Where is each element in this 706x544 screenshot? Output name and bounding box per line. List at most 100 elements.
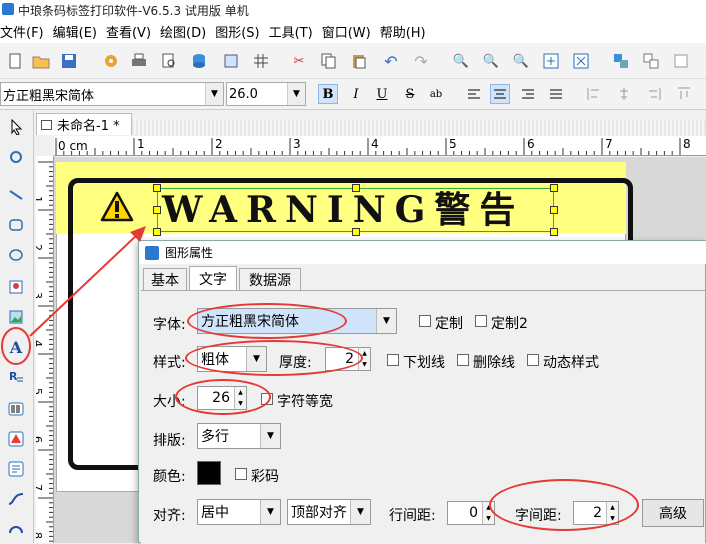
settings-gear-icon[interactable] xyxy=(100,50,122,72)
resize-handle-sw[interactable] xyxy=(153,228,161,236)
warning-triangle-icon[interactable] xyxy=(100,191,134,223)
strikethrough-checkbox[interactable] xyxy=(457,354,469,366)
vertical-ruler: 1 2 3 4 5 6 7 8 xyxy=(36,156,54,543)
document-tab[interactable]: 未命名-1 * xyxy=(36,113,132,135)
menu-help[interactable]: 帮助(H) xyxy=(380,22,435,41)
resize-handle-se[interactable] xyxy=(550,228,558,236)
bold-button[interactable]: B xyxy=(318,84,338,104)
menu-edit[interactable]: 编辑(E) xyxy=(53,22,106,41)
distribute-center-icon[interactable] xyxy=(614,84,634,104)
align-select[interactable]: 居中 ▼ xyxy=(197,499,281,525)
redo-icon[interactable]: ↷ xyxy=(410,50,432,72)
font-name-select[interactable]: 方正粗黑宋简体 ▼ xyxy=(0,82,224,106)
select-pointer-icon[interactable] xyxy=(5,116,27,138)
custom2-checkbox[interactable] xyxy=(475,315,487,327)
vertical-align-select[interactable]: 顶部对齐 ▼ xyxy=(287,499,371,525)
tab-data-source[interactable]: 数据源 xyxy=(239,268,301,290)
resize-handle-nw[interactable] xyxy=(153,184,161,192)
group-icon[interactable] xyxy=(610,50,632,72)
char-spacing-button[interactable]: ab xyxy=(426,84,446,104)
distribute-left-icon[interactable] xyxy=(584,84,604,104)
underline-label: 下划线 xyxy=(403,355,445,371)
line-tool-icon[interactable] xyxy=(5,184,27,206)
underline-checkbox[interactable] xyxy=(387,354,399,366)
arc-tool-icon[interactable] xyxy=(5,516,27,538)
rectangle-tool-icon[interactable] xyxy=(5,214,27,236)
resize-handle-n[interactable] xyxy=(352,184,360,192)
tab-basic[interactable]: 基本 xyxy=(143,268,187,290)
zoom-fit-icon[interactable]: 🔍 xyxy=(510,50,532,72)
stepper-down-icon[interactable]: ▼ xyxy=(482,513,494,524)
rotate-tool-icon[interactable] xyxy=(5,146,27,168)
image-tool-icon[interactable] xyxy=(5,276,27,298)
layers-icon[interactable] xyxy=(220,50,242,72)
char-spacing-highlight-oval xyxy=(489,479,639,531)
advanced-button[interactable]: 高级 xyxy=(642,499,704,527)
ungroup-icon[interactable] xyxy=(640,50,662,72)
curve-tool-icon[interactable] xyxy=(5,488,27,510)
color-code-checkbox[interactable] xyxy=(235,468,247,480)
open-folder-icon[interactable] xyxy=(30,50,52,72)
align-right-icon[interactable] xyxy=(518,84,538,104)
chevron-down-icon[interactable]: ▼ xyxy=(376,309,396,333)
font-size-select[interactable]: 26.0 ▼ xyxy=(226,82,306,106)
chevron-down-icon[interactable]: ▼ xyxy=(287,83,305,105)
barcode-tool-icon[interactable] xyxy=(5,398,27,420)
ruler-label: 4 xyxy=(371,137,379,151)
italic-button[interactable]: I xyxy=(346,84,366,104)
tab-text[interactable]: 文字 xyxy=(189,266,237,291)
line-spacing-stepper[interactable]: 0 ▲ ▼ xyxy=(447,501,495,525)
fit-page-icon[interactable] xyxy=(540,50,562,72)
paste-icon[interactable] xyxy=(348,50,370,72)
menu-tools[interactable]: 工具(T) xyxy=(269,22,322,41)
lock-icon[interactable] xyxy=(670,50,692,72)
menu-view[interactable]: 查看(V) xyxy=(106,22,160,41)
strikethrough-button[interactable]: S xyxy=(400,84,420,104)
custom-checkbox[interactable] xyxy=(419,315,431,327)
actual-size-icon[interactable] xyxy=(570,50,592,72)
menu-shape[interactable]: 图形(S) xyxy=(215,22,268,41)
ruler-label: 1 xyxy=(137,137,145,151)
undo-icon[interactable]: ↶ xyxy=(380,50,402,72)
print-icon[interactable] xyxy=(128,50,150,72)
layout-select[interactable]: 多行 ▼ xyxy=(197,423,281,449)
resize-handle-e[interactable] xyxy=(550,206,558,214)
chevron-down-icon[interactable]: ▼ xyxy=(260,424,280,448)
align-justify-icon[interactable] xyxy=(546,84,566,104)
svg-text:R: R xyxy=(9,370,18,383)
database-icon[interactable] xyxy=(188,50,210,72)
dialog-title-bar[interactable]: 图形属性 xyxy=(139,241,706,264)
chevron-down-icon[interactable]: ▼ xyxy=(205,83,223,105)
color-swatch[interactable] xyxy=(197,461,221,485)
grid-icon[interactable] xyxy=(250,50,272,72)
cut-icon[interactable]: ✂ xyxy=(288,50,310,72)
align-center-icon[interactable] xyxy=(490,84,510,104)
save-icon[interactable] xyxy=(58,50,80,72)
dynamic-style-checkbox[interactable] xyxy=(527,354,539,366)
align-left-icon[interactable] xyxy=(464,84,484,104)
document-tab-label: 未命名-1 * xyxy=(57,119,120,134)
data-field-tool-icon[interactable] xyxy=(5,458,27,480)
rich-text-tool-icon[interactable]: R xyxy=(5,366,27,388)
zoom-in-icon[interactable]: 🔍 xyxy=(450,50,472,72)
shape-properties-dialog: 图形属性 基本 文字 数据源 字体: 方正粗黑宋简体 ▼ 定制 定制2 样式: … xyxy=(138,240,706,544)
resize-handle-w[interactable] xyxy=(153,206,161,214)
copy-icon[interactable] xyxy=(318,50,340,72)
new-file-icon[interactable] xyxy=(4,50,26,72)
menu-file[interactable]: 文件(F) xyxy=(0,22,53,41)
underline-button[interactable]: U xyxy=(372,84,392,104)
print-preview-icon[interactable] xyxy=(158,50,180,72)
resize-handle-ne[interactable] xyxy=(550,184,558,192)
chevron-down-icon[interactable]: ▼ xyxy=(350,500,370,524)
picture-tool-icon[interactable] xyxy=(5,306,27,328)
triangle-warning-tool-icon[interactable] xyxy=(5,428,27,450)
chevron-down-icon[interactable]: ▼ xyxy=(260,500,280,524)
menu-window[interactable]: 窗口(W) xyxy=(322,22,380,41)
zoom-out-icon[interactable]: 🔍 xyxy=(480,50,502,72)
document-icon xyxy=(41,119,52,130)
distribute-right-icon[interactable] xyxy=(644,84,664,104)
menu-draw[interactable]: 绘图(D) xyxy=(160,22,215,41)
resize-handle-s[interactable] xyxy=(352,228,360,236)
ellipse-tool-icon[interactable] xyxy=(5,244,27,266)
distribute-vertical-icon[interactable] xyxy=(674,84,694,104)
